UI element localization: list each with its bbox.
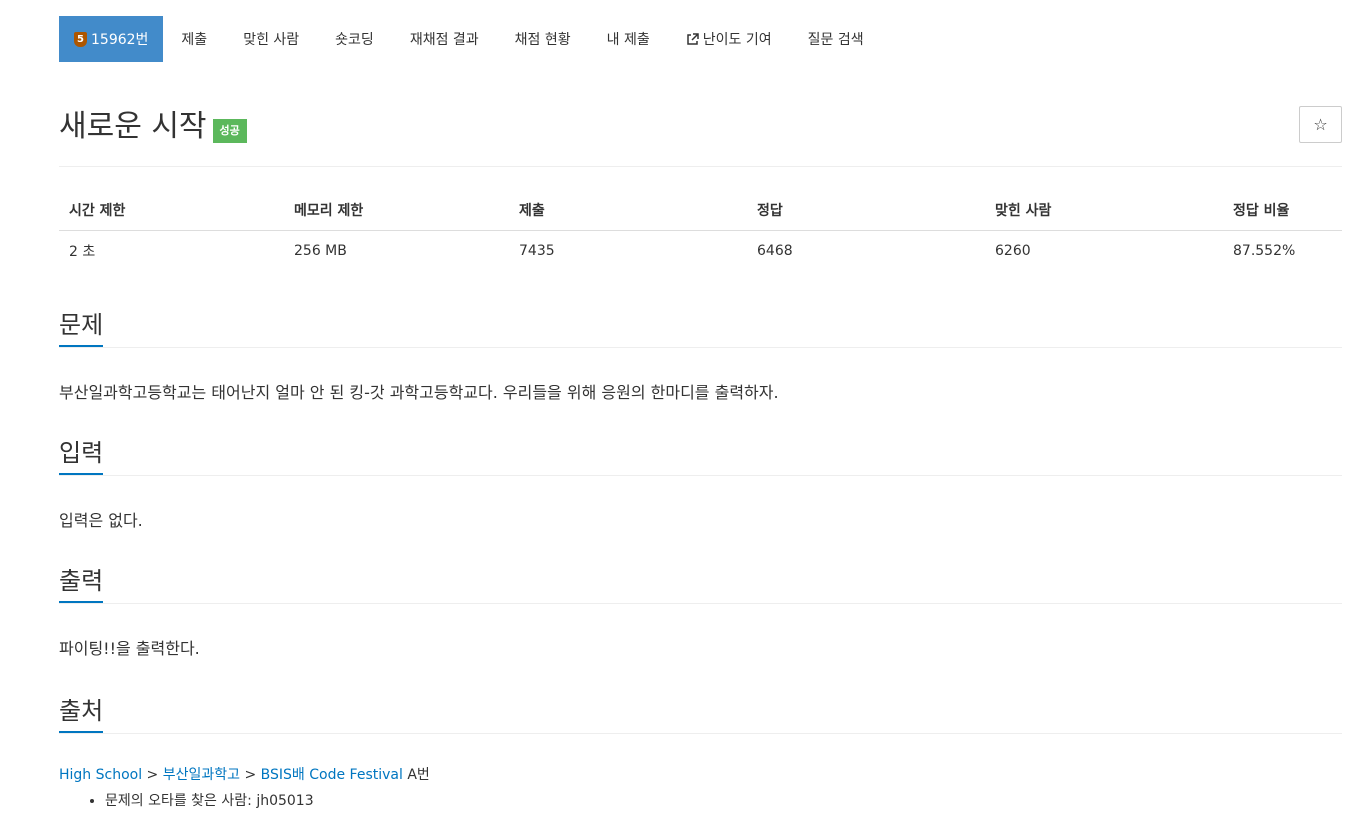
- description-text: 부산일과학고등학교는 태어난지 얼마 안 된 킹-갓 과학고등학교다. 우리들을…: [59, 383, 779, 402]
- solvers-value: 6260: [995, 243, 1031, 259]
- accepted-value: 6468: [757, 243, 793, 259]
- section-source-title: 출처: [59, 693, 104, 733]
- nav-difficulty-contribution[interactable]: 난이도 기여: [668, 16, 790, 62]
- problem-number-label: 15962번: [91, 32, 149, 48]
- nav-my-submissions[interactable]: 내 제출: [589, 16, 668, 62]
- status-badge: 성공: [212, 119, 247, 143]
- nav-question-search[interactable]: 질문 검색: [790, 16, 882, 62]
- table-header-row: 시간 제한 메모리 제한 제출 정답 맞힌 사람 정답 비율: [59, 190, 1342, 231]
- breadcrumb-separator: >: [142, 767, 163, 783]
- source-breadcrumb: High School > 부산일과학고 > BSIS배 Code Festiv…: [59, 765, 1342, 785]
- section-description-title: 문제: [59, 307, 104, 347]
- memory-limit-value: 256 MB: [294, 243, 347, 259]
- section-source: 출처 High School > 부산일과학고 > BSIS배 Code Fes…: [59, 693, 1342, 811]
- nav-rejudge-results[interactable]: 재채점 결과: [392, 16, 497, 62]
- nav-submit[interactable]: 제출: [163, 16, 225, 62]
- input-text: 입력은 없다.: [59, 511, 143, 530]
- nav-problem-number[interactable]: 5 15962번: [59, 16, 164, 62]
- star-icon: ☆: [1313, 115, 1328, 134]
- external-link-icon: [687, 32, 699, 45]
- source-suffix: A번: [402, 767, 430, 783]
- header-time-limit: 시간 제한: [59, 190, 284, 231]
- section-output: 출력 파이팅!!을 출력한다.: [59, 563, 1342, 661]
- output-text: 파이팅!!을 출력한다.: [59, 639, 200, 658]
- nav-difficulty-label: 난이도 기여: [702, 32, 772, 48]
- accept-rate-value: 87.552%: [1233, 243, 1296, 259]
- breadcrumb-separator: >: [240, 767, 261, 783]
- source-link-high-school[interactable]: High School: [59, 767, 142, 783]
- problem-info-table: 시간 제한 메모리 제한 제출 정답 맞힌 사람 정답 비율 2 초 256 M…: [59, 190, 1342, 271]
- header-memory-limit: 메모리 제한: [284, 190, 509, 231]
- submissions-value: 7435: [519, 243, 555, 259]
- nav-solvers[interactable]: 맞힌 사람: [225, 16, 317, 62]
- section-description: 문제 부산일과학고등학교는 태어난지 얼마 안 된 킹-갓 과학고등학교다. 우…: [59, 307, 1342, 405]
- nav-status[interactable]: 채점 현황: [497, 16, 589, 62]
- header-accept-rate: 정답 비율: [1223, 190, 1342, 231]
- problem-title: 새로운 시작: [59, 109, 207, 144]
- time-limit-value: 2 초: [69, 244, 96, 260]
- section-input: 입력 입력은 없다.: [59, 435, 1342, 533]
- header-submissions: 제출: [509, 190, 747, 231]
- problem-menu: 5 15962번 제출 맞힌 사람 숏코딩 재채점 결과 채점 현황 내 제출 …: [59, 16, 882, 62]
- section-output-header: 출력: [59, 563, 1342, 604]
- section-description-header: 문제: [59, 307, 1342, 348]
- favorite-star-button[interactable]: ☆: [1299, 106, 1342, 143]
- table-row: 2 초 256 MB 7435 6468 6260 87.552%: [59, 231, 1342, 272]
- header-solvers: 맞힌 사람: [985, 190, 1223, 231]
- tier-badge-icon: 5: [74, 31, 87, 47]
- page-title: 새로운 시작 성공: [59, 106, 247, 148]
- nav-short-coding[interactable]: 숏코딩: [317, 16, 392, 62]
- section-input-title: 입력: [59, 435, 104, 475]
- list-item: 문제의 오타를 찾은 사람: jh05013: [105, 791, 1342, 811]
- problem-page: 5 15962번 제출 맞힌 사람 숏코딩 재채점 결과 채점 현황 내 제출 …: [0, 0, 1358, 830]
- section-output-title: 출력: [59, 563, 104, 603]
- source-link-school[interactable]: 부산일과학고: [163, 767, 240, 783]
- section-source-header: 출처: [59, 693, 1342, 734]
- section-input-header: 입력: [59, 435, 1342, 476]
- problem-title-row: 새로운 시작 성공 ☆: [59, 106, 1342, 167]
- header-accepted: 정답: [747, 190, 985, 231]
- source-link-festival[interactable]: BSIS배 Code Festival: [261, 767, 403, 783]
- source-credits-list: 문제의 오타를 찾은 사람: jh05013: [59, 791, 1342, 811]
